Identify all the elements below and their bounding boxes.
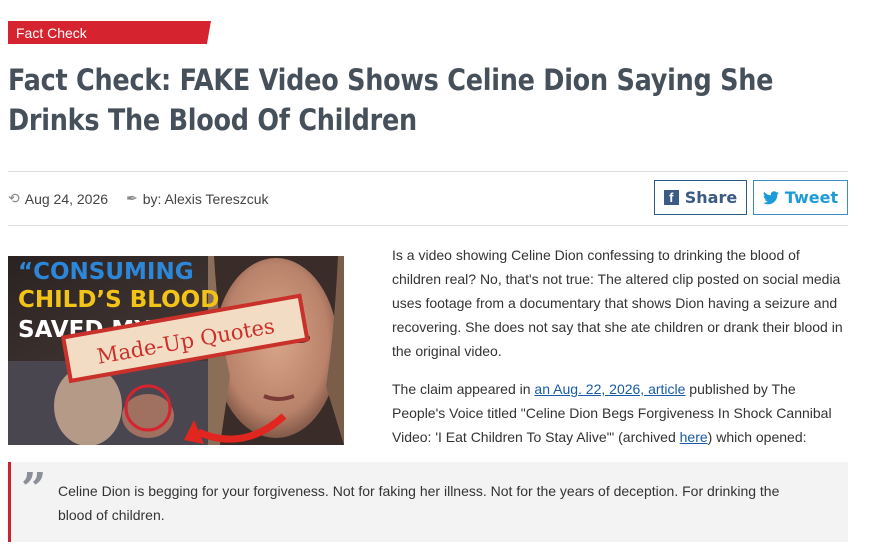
archive-link[interactable]: here [680,429,708,445]
pen-nib-icon: ✒ [126,190,138,206]
quote-text: Celine Dion is begging for your forgiven… [58,483,780,523]
thumbnail-caption-line1: “CONSUMING [18,259,194,285]
twitter-bird-icon [762,190,779,204]
twitter-tweet-button[interactable]: Tweet [753,180,848,215]
author-byline: by: Alexis Tereszcuk [142,190,269,207]
divider [8,225,848,226]
facebook-icon: f [663,190,679,205]
clock-history-icon: ⟲ [8,190,20,206]
article-claim: The claim appeared in an Aug. 22, 2026, … [392,381,832,445]
article-intro: Is a video showing Celine Dion confessin… [392,247,843,359]
publish-date: Aug 24, 2026 [24,190,109,207]
category-tag[interactable]: Fact Check [8,21,211,44]
article-body: Is a video showing Celine Dion confessin… [392,243,848,463]
quote-mark-icon: ” [21,464,47,515]
thumbnail-caption-line2: CHILD’S BLOOD [18,287,219,313]
article-meta: ⟲ Aug 24, 2026 ✒ by: Alexis Tereszcuk [8,190,269,207]
blockquote: ” Celine Dion is begging for your forgiv… [8,462,848,542]
share-label: Share [684,188,738,207]
category-label: Fact Check [16,25,87,41]
facebook-share-button[interactable]: f Share [654,180,747,215]
article-thumbnail[interactable]: “CONSUMING CHILD’S BLOOD SAVED MY LI Mad… [8,256,344,445]
source-article-link[interactable]: an Aug. 22, 2026, article [534,381,685,397]
tweet-label: Tweet [784,188,839,207]
article-headline: Fact Check: FAKE Video Shows Celine Dion… [8,63,774,137]
thumbnail-image: “CONSUMING CHILD’S BLOOD SAVED MY LI Mad… [8,256,344,445]
divider [8,171,848,172]
